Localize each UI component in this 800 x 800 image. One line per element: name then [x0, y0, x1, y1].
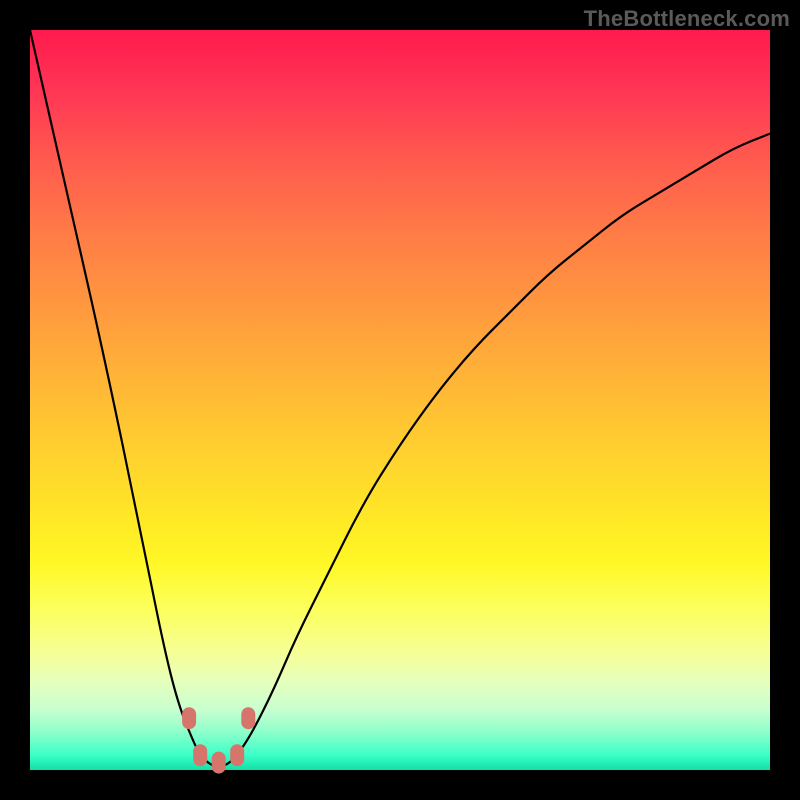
curve-marker — [230, 744, 244, 766]
curve-marker — [212, 752, 226, 774]
curve-marker — [182, 707, 196, 729]
curve-svg — [30, 30, 770, 770]
chart-frame: TheBottleneck.com — [0, 0, 800, 800]
plot-area — [30, 30, 770, 770]
curve-marker — [241, 707, 255, 729]
curve-marker — [193, 744, 207, 766]
watermark-text: TheBottleneck.com — [584, 6, 790, 32]
bottleneck-curve — [30, 30, 770, 766]
